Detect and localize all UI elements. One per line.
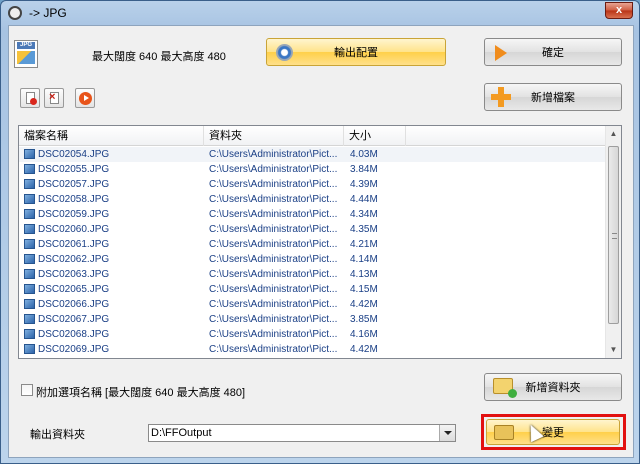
output-config-button[interactable]: 輸出配置 (266, 38, 446, 66)
cell-size: 4.14M (350, 254, 378, 265)
scroll-down-icon[interactable]: ▼ (606, 342, 621, 358)
size-limit-label: 最大闊度 640 最大高度 480 (92, 51, 226, 63)
window-title: -> JPG (29, 6, 67, 20)
close-button[interactable]: x (605, 2, 633, 19)
cell-folder: C:\Users\Administrator\Pict... (209, 164, 337, 175)
scroll-up-icon[interactable]: ▲ (606, 126, 621, 142)
output-folder-value: D:\FFOutput (151, 427, 212, 439)
cell-size: 4.42M (350, 299, 378, 310)
play-icon (79, 92, 92, 105)
table-row[interactable]: DSC02067.JPG C:\Users\Administrator\Pict.… (19, 312, 605, 327)
arrow-right-icon (495, 45, 507, 61)
cell-filename: DSC02065.JPG (38, 284, 110, 295)
output-folder-select[interactable]: D:\FFOutput (148, 424, 456, 442)
table-row[interactable]: DSC02054.JPG C:\Users\Administrator\Pict.… (19, 147, 605, 162)
table-row[interactable]: DSC02061.JPG C:\Users\Administrator\Pict.… (19, 237, 605, 252)
cell-folder: C:\Users\Administrator\Pict... (209, 254, 337, 265)
grip-icon (612, 233, 617, 239)
title-bar: -> JPG x (1, 1, 639, 25)
table-row[interactable]: DSC02066.JPG C:\Users\Administrator\Pict.… (19, 297, 605, 312)
file-list[interactable]: 檔案名稱 資料夾 大小 DSC02054.JPG C:\Users\Adminis… (18, 125, 622, 359)
cell-folder: C:\Users\Administrator\Pict... (209, 239, 337, 250)
cell-size: 3.84M (350, 164, 378, 175)
chevron-down-icon[interactable] (439, 425, 455, 441)
table-row[interactable]: DSC02069.JPG C:\Users\Administrator\Pict.… (19, 342, 605, 357)
cell-folder: C:\Users\Administrator\Pict... (209, 194, 337, 205)
play-preview-button[interactable] (75, 88, 95, 108)
output-config-label: 輸出配置 (334, 47, 378, 59)
cell-filename: DSC02063.JPG (38, 269, 110, 280)
column-header-size[interactable]: 大小 (344, 126, 406, 146)
cell-folder: C:\Users\Administrator\Pict... (209, 314, 337, 325)
cell-filename: DSC02062.JPG (38, 254, 110, 265)
folder-add-icon (493, 378, 517, 398)
plus-icon (491, 87, 511, 107)
table-row[interactable]: DSC02060.JPG C:\Users\Administrator\Pict.… (19, 222, 605, 237)
cell-size: 4.35M (350, 224, 378, 235)
cell-filename: DSC02059.JPG (38, 209, 110, 220)
cell-size: 4.44M (350, 194, 378, 205)
cell-folder: C:\Users\Administrator\Pict... (209, 299, 337, 310)
cell-folder: C:\Users\Administrator\Pict... (209, 269, 337, 280)
cell-size: 4.39M (350, 179, 378, 190)
vertical-scrollbar[interactable]: ▲ ▼ (605, 126, 621, 358)
table-row[interactable]: DSC02059.JPG C:\Users\Administrator\Pict.… (19, 207, 605, 222)
table-row[interactable]: DSC02068.JPG C:\Users\Administrator\Pict.… (19, 327, 605, 342)
cell-folder: C:\Users\Administrator\Pict... (209, 179, 337, 190)
cell-filename: DSC02054.JPG (38, 149, 110, 160)
cell-folder: C:\Users\Administrator\Pict... (209, 329, 337, 340)
gear-icon (276, 44, 293, 61)
column-header-folder[interactable]: 資料夾 (204, 126, 344, 146)
cell-folder: C:\Users\Administrator\Pict... (209, 344, 337, 355)
cell-size: 4.34M (350, 209, 378, 220)
table-row[interactable]: DSC02063.JPG C:\Users\Administrator\Pict.… (19, 267, 605, 282)
table-row[interactable]: DSC02065.JPG C:\Users\Administrator\Pict.… (19, 282, 605, 297)
table-row[interactable]: DSC02057.JPG C:\Users\Administrator\Pict.… (19, 177, 605, 192)
cell-folder: C:\Users\Administrator\Pict... (209, 149, 337, 160)
table-row[interactable]: DSC02058.JPG C:\Users\Administrator\Pict.… (19, 192, 605, 207)
remove-file-button[interactable] (20, 88, 40, 108)
cell-filename: DSC02057.JPG (38, 179, 110, 190)
cell-size: 4.42M (350, 344, 378, 355)
cell-size: 4.13M (350, 269, 378, 280)
append-option-label: 附加選項名稱 [最大闊度 640 最大高度 480] (36, 387, 246, 399)
clear-list-button[interactable]: × (44, 88, 64, 108)
scroll-thumb[interactable] (608, 146, 619, 324)
list-header: 檔案名稱 資料夾 大小 (19, 126, 621, 146)
cell-size: 4.16M (350, 329, 378, 340)
app-icon (8, 6, 22, 20)
cell-folder: C:\Users\Administrator\Pict... (209, 209, 337, 220)
delete-x-icon: × (49, 91, 56, 103)
cell-filename: DSC02055.JPG (38, 164, 110, 175)
jpg-badge: JPG (17, 42, 35, 49)
cell-filename: DSC02066.JPG (38, 299, 110, 310)
cell-size: 4.15M (350, 284, 378, 295)
cell-filename: DSC02069.JPG (38, 344, 110, 355)
append-option-checkbox[interactable] (21, 384, 33, 396)
remove-dot-icon (30, 98, 37, 105)
cell-filename: DSC02068.JPG (38, 329, 110, 340)
cell-size: 4.03M (350, 149, 378, 160)
cell-filename: DSC02067.JPG (38, 314, 110, 325)
cell-filename: DSC02061.JPG (38, 239, 110, 250)
cell-filename: DSC02060.JPG (38, 224, 110, 235)
image-thumbnail-icon (17, 51, 35, 64)
cell-filename: DSC02058.JPG (38, 194, 110, 205)
cell-size: 3.85M (350, 314, 378, 325)
cell-folder: C:\Users\Administrator\Pict... (209, 224, 337, 235)
table-row[interactable]: DSC02055.JPG C:\Users\Administrator\Pict.… (19, 162, 605, 177)
output-folder-label: 輸出資料夾 (30, 429, 85, 441)
cell-size: 4.21M (350, 239, 378, 250)
table-row[interactable]: DSC02062.JPG C:\Users\Administrator\Pict.… (19, 252, 605, 267)
column-header-filename[interactable]: 檔案名稱 (19, 126, 204, 146)
folder-open-icon (494, 425, 514, 440)
list-rows: DSC02054.JPG C:\Users\Administrator\Pict.… (19, 147, 605, 357)
cell-folder: C:\Users\Administrator\Pict... (209, 284, 337, 295)
jpg-format-icon: JPG (14, 40, 38, 68)
